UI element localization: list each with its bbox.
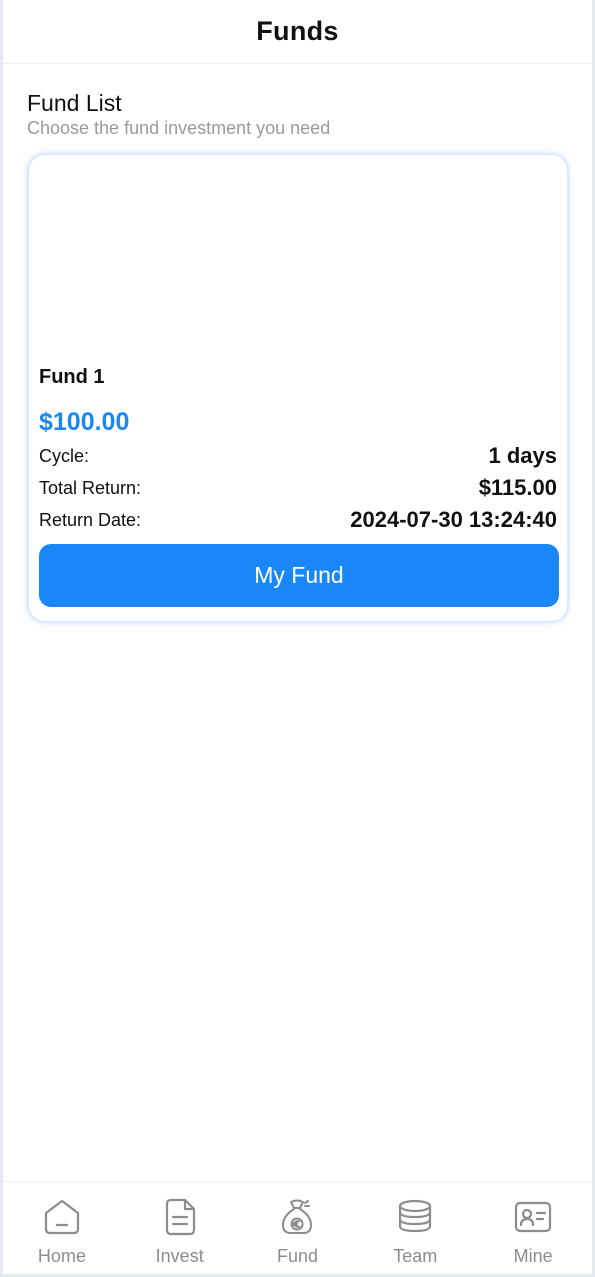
tab-mine-label: Mine bbox=[513, 1246, 553, 1266]
fund-name: Fund 1 bbox=[39, 366, 105, 388]
cycle-label: Cycle: bbox=[39, 445, 90, 466]
page-title: Funds bbox=[256, 16, 339, 46]
total-return-label: Total Return: bbox=[39, 477, 142, 498]
total-return-value: $115.00 bbox=[478, 475, 557, 500]
document-icon bbox=[161, 1198, 199, 1241]
return-date-label: Return Date: bbox=[39, 509, 142, 530]
cycle-value: 1 days bbox=[488, 443, 558, 468]
cycle-row: Cycle: 1 days bbox=[39, 440, 557, 472]
tab-home[interactable]: Home bbox=[3, 1182, 121, 1274]
fund-card[interactable]: Fund 1 $100.00 Cycle: 1 days Total Retur… bbox=[27, 153, 569, 623]
tab-invest-label: Invest bbox=[155, 1246, 204, 1266]
fund-image-placeholder bbox=[39, 155, 557, 353]
tab-invest[interactable]: Invest bbox=[121, 1182, 239, 1274]
home-icon bbox=[43, 1198, 81, 1241]
money-bag-icon bbox=[278, 1198, 316, 1241]
total-return-row: Total Return: $115.00 bbox=[39, 472, 557, 504]
fund-list-title: Fund List bbox=[27, 90, 122, 116]
fund-list-subtitle: Choose the fund investment you need bbox=[27, 118, 331, 138]
tab-fund[interactable]: Fund bbox=[239, 1182, 357, 1274]
profile-card-icon bbox=[514, 1198, 552, 1241]
return-date-value: 2024-07-30 13:24:40 bbox=[350, 507, 557, 532]
top-bar: Funds bbox=[3, 0, 592, 64]
fund-price: $100.00 bbox=[39, 408, 130, 436]
my-fund-button[interactable]: My Fund bbox=[39, 544, 559, 607]
coin-stack-icon bbox=[396, 1198, 434, 1241]
tab-fund-label: Fund bbox=[276, 1246, 318, 1266]
tab-mine[interactable]: Mine bbox=[474, 1182, 592, 1274]
bottom-tab-bar: Home Invest Fund Team Mine bbox=[3, 1181, 592, 1274]
app-screen: Funds Fund List Choose the fund investme… bbox=[0, 0, 595, 1277]
return-date-row: Return Date: 2024-07-30 13:24:40 bbox=[39, 504, 557, 536]
tab-team[interactable]: Team bbox=[356, 1182, 474, 1274]
tab-team-label: Team bbox=[393, 1246, 438, 1266]
fund-list-section: Fund List Choose the fund investment you… bbox=[3, 64, 592, 623]
tab-home-label: Home bbox=[37, 1246, 86, 1266]
